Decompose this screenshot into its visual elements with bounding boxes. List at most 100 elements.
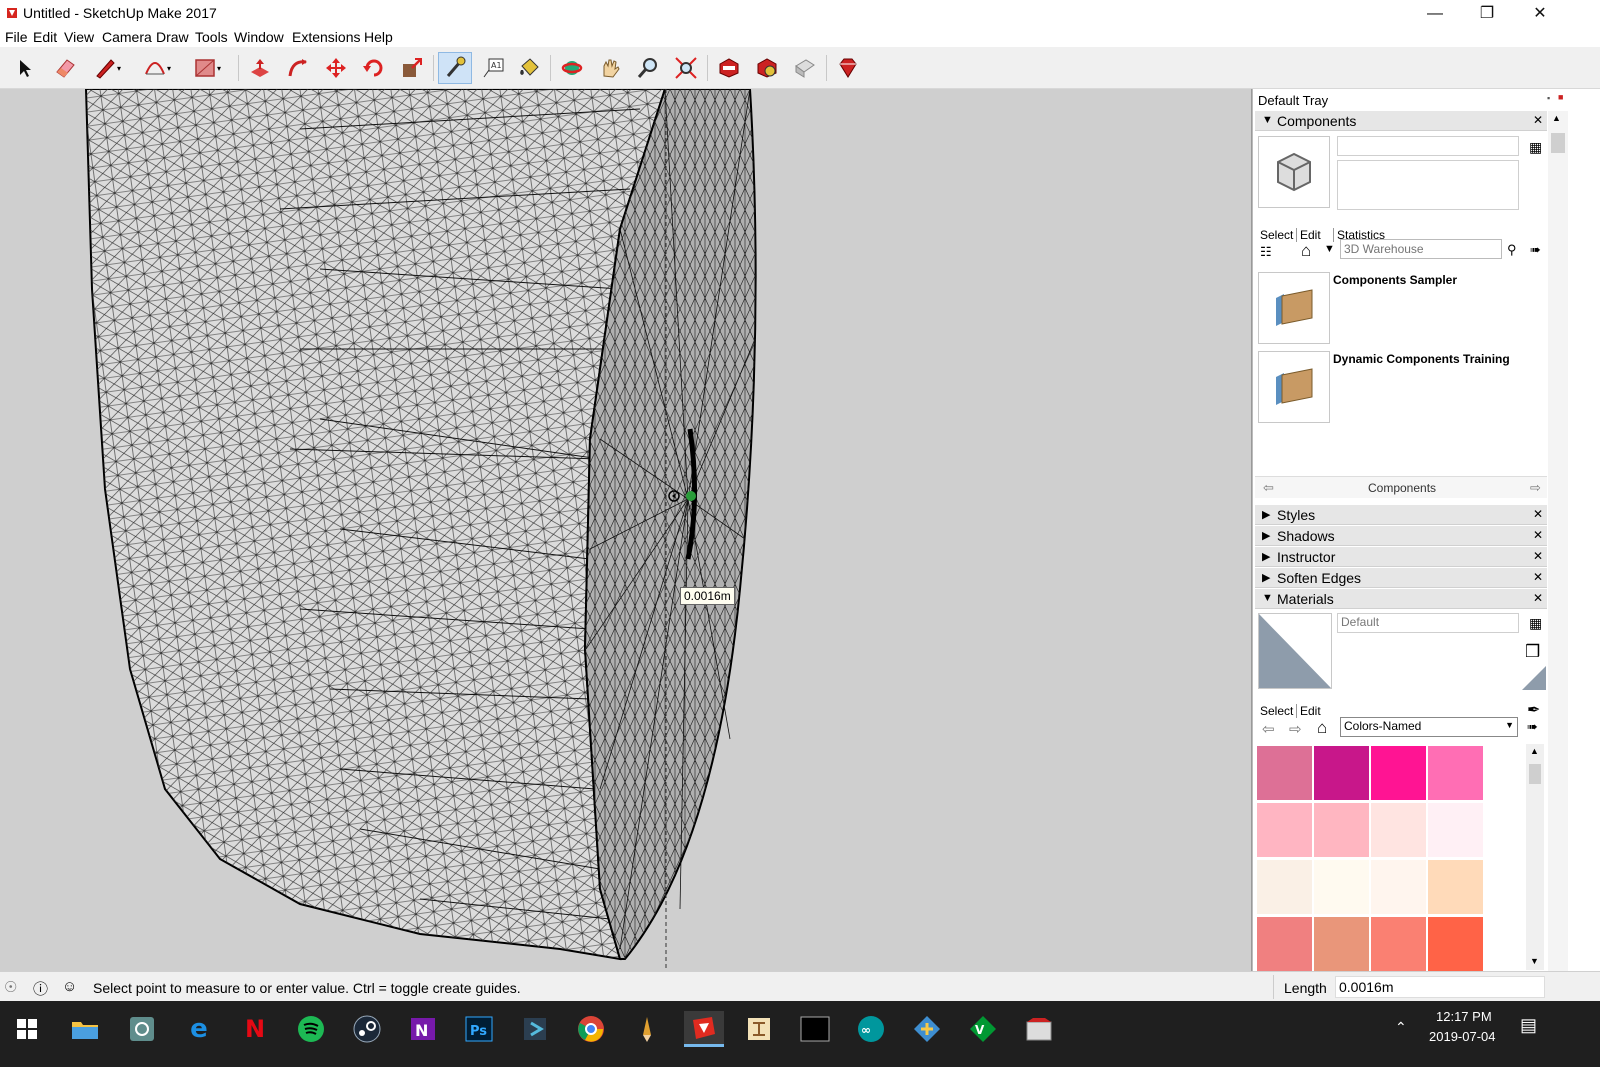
move-icon[interactable] bbox=[319, 52, 353, 84]
pencil-app-icon[interactable] bbox=[629, 1011, 665, 1047]
menu-edit[interactable]: Edit bbox=[33, 29, 57, 45]
details-icon[interactable]: ▦ bbox=[1529, 139, 1542, 156]
clock-time[interactable]: 12:17 PM bbox=[1436, 1009, 1492, 1024]
onenote-icon[interactable]: N bbox=[405, 1011, 441, 1047]
component-name-field[interactable] bbox=[1337, 136, 1519, 156]
orbit-icon[interactable] bbox=[555, 52, 589, 84]
extension-warehouse-icon[interactable] bbox=[750, 52, 784, 84]
material-swatch[interactable] bbox=[1428, 917, 1483, 971]
component-description-field[interactable] bbox=[1337, 160, 1519, 210]
layout-icon[interactable] bbox=[788, 52, 822, 84]
material-swatch[interactable] bbox=[1371, 860, 1426, 914]
instructor-panel-header[interactable]: ▶ Instructor ✕ bbox=[1255, 547, 1547, 567]
details-arrow-icon[interactable]: ➠ bbox=[1527, 719, 1538, 735]
close-icon[interactable]: ✕ bbox=[1533, 528, 1543, 542]
photoshop-icon[interactable]: Ps bbox=[461, 1011, 497, 1047]
component-item-title[interactable]: Dynamic Components Training bbox=[1333, 352, 1510, 366]
warehouse-search-input[interactable] bbox=[1340, 239, 1502, 259]
menu-help[interactable]: Help bbox=[364, 29, 393, 45]
archive-app-icon[interactable] bbox=[1021, 1011, 1057, 1047]
home-icon[interactable]: ⌂ bbox=[1301, 241, 1311, 261]
material-name-field[interactable]: Default bbox=[1337, 613, 1519, 633]
soften-edges-panel-header[interactable]: ▶ Soften Edges ✕ bbox=[1255, 568, 1547, 588]
text-tool-icon[interactable]: A1 bbox=[476, 52, 510, 84]
netflix-icon[interactable]: N bbox=[237, 1011, 273, 1047]
close-icon[interactable]: ✕ bbox=[1533, 113, 1543, 127]
search-icon[interactable]: ⚲ bbox=[1507, 242, 1517, 258]
edge-browser-icon[interactable]: e bbox=[181, 1011, 217, 1047]
material-swatch[interactable] bbox=[1314, 746, 1369, 800]
component-item-title[interactable]: Components Sampler bbox=[1333, 273, 1457, 287]
material-swatch[interactable] bbox=[1257, 803, 1312, 857]
tab-edit[interactable]: Edit bbox=[1296, 704, 1321, 718]
action-center-icon[interactable]: ▤ bbox=[1520, 1015, 1537, 1036]
3d-warehouse-icon[interactable] bbox=[712, 52, 746, 84]
material-swatch[interactable] bbox=[1428, 746, 1483, 800]
tray-scrollbar[interactable]: ▲ bbox=[1548, 111, 1568, 971]
tab-select[interactable]: Select bbox=[1260, 704, 1293, 718]
start-icon[interactable] bbox=[9, 1011, 45, 1047]
user-account-icon[interactable]: ☺ bbox=[62, 978, 77, 995]
sketchup-taskbar-icon[interactable] bbox=[684, 1011, 724, 1047]
material-swatch[interactable] bbox=[1257, 746, 1312, 800]
eyedropper-icon[interactable]: ✒ bbox=[1527, 700, 1540, 720]
tab-edit[interactable]: Edit bbox=[1296, 228, 1321, 242]
file-explorer-icon[interactable] bbox=[67, 1011, 103, 1047]
menu-file[interactable]: File bbox=[5, 29, 28, 45]
material-swatch[interactable] bbox=[1257, 860, 1312, 914]
styles-panel-header[interactable]: ▶ Styles ✕ bbox=[1255, 505, 1547, 525]
pan-icon[interactable] bbox=[593, 52, 627, 84]
arduino-icon[interactable]: ∞ bbox=[853, 1011, 889, 1047]
select-tool-icon[interactable] bbox=[8, 52, 42, 84]
settings-app-icon[interactable] bbox=[124, 1011, 160, 1047]
rectangle-icon[interactable]: ▾ bbox=[190, 52, 224, 84]
rotate-icon[interactable] bbox=[357, 52, 391, 84]
material-library-select[interactable]: Colors-Named ▼ bbox=[1340, 717, 1518, 737]
tray-close-icon[interactable]: ■ bbox=[1558, 92, 1563, 102]
swatch-scrollbar[interactable]: ▲ ▼ bbox=[1526, 744, 1544, 970]
forward-arrow-icon[interactable]: ⇨ bbox=[1530, 480, 1541, 496]
back-arrow-icon[interactable]: ⇦ bbox=[1262, 720, 1275, 738]
material-swatch[interactable] bbox=[1257, 917, 1312, 971]
menu-view[interactable]: View bbox=[64, 29, 94, 45]
forward-arrow-icon[interactable]: ⇨ bbox=[1289, 720, 1302, 738]
push-pull-icon[interactable] bbox=[243, 52, 277, 84]
home-icon[interactable]: ⌂ bbox=[1317, 718, 1327, 738]
geo-location-icon[interactable]: ☉ bbox=[4, 978, 17, 996]
material-swatch[interactable] bbox=[1314, 803, 1369, 857]
material-swatch[interactable] bbox=[1428, 860, 1483, 914]
measurements-input[interactable] bbox=[1335, 976, 1545, 998]
material-swatch-icon[interactable] bbox=[1522, 666, 1546, 690]
model-viewport[interactable]: 0.0016m bbox=[0, 89, 1252, 971]
vim-icon[interactable]: V bbox=[965, 1011, 1001, 1047]
steam-icon[interactable] bbox=[349, 1011, 385, 1047]
material-swatch[interactable] bbox=[1428, 803, 1483, 857]
tape-measure-icon[interactable] bbox=[438, 52, 472, 84]
close-icon[interactable]: ✕ bbox=[1533, 549, 1543, 563]
close-icon[interactable]: ✕ bbox=[1533, 507, 1543, 521]
material-swatch[interactable] bbox=[1371, 917, 1426, 971]
git-extensions-icon[interactable] bbox=[909, 1011, 945, 1047]
spotify-icon[interactable] bbox=[293, 1011, 329, 1047]
eraser-icon[interactable] bbox=[48, 52, 82, 84]
tab-select[interactable]: Select bbox=[1260, 228, 1293, 242]
restore-icon[interactable]: ❐ bbox=[1460, 0, 1514, 27]
materials-panel-header[interactable]: ▼ Materials ✕ bbox=[1255, 589, 1547, 609]
menu-extensions[interactable]: Extensions bbox=[292, 29, 360, 45]
shadows-panel-header[interactable]: ▶ Shadows ✕ bbox=[1255, 526, 1547, 546]
close-icon[interactable]: ✕ bbox=[1513, 0, 1567, 27]
arc-icon[interactable]: ▾ bbox=[140, 52, 174, 84]
ruby-console-icon[interactable] bbox=[831, 52, 865, 84]
credits-icon[interactable]: ⓘ bbox=[33, 978, 48, 999]
menu-window[interactable]: Window bbox=[234, 29, 284, 45]
component-item-thumb[interactable] bbox=[1258, 351, 1330, 423]
details-icon[interactable]: ▦ bbox=[1529, 615, 1542, 632]
component-item-thumb[interactable] bbox=[1258, 272, 1330, 344]
navigation-dropdown-icon[interactable]: ▼ bbox=[1324, 243, 1335, 255]
clock-date[interactable]: 2019-07-04 bbox=[1429, 1029, 1496, 1044]
close-icon[interactable]: ✕ bbox=[1533, 591, 1543, 605]
tray-pin-icon[interactable]: ▪ bbox=[1547, 93, 1550, 103]
menu-draw[interactable]: Draw bbox=[156, 29, 189, 45]
back-arrow-icon[interactable]: ⇦ bbox=[1263, 480, 1274, 496]
zoom-icon[interactable] bbox=[631, 52, 665, 84]
